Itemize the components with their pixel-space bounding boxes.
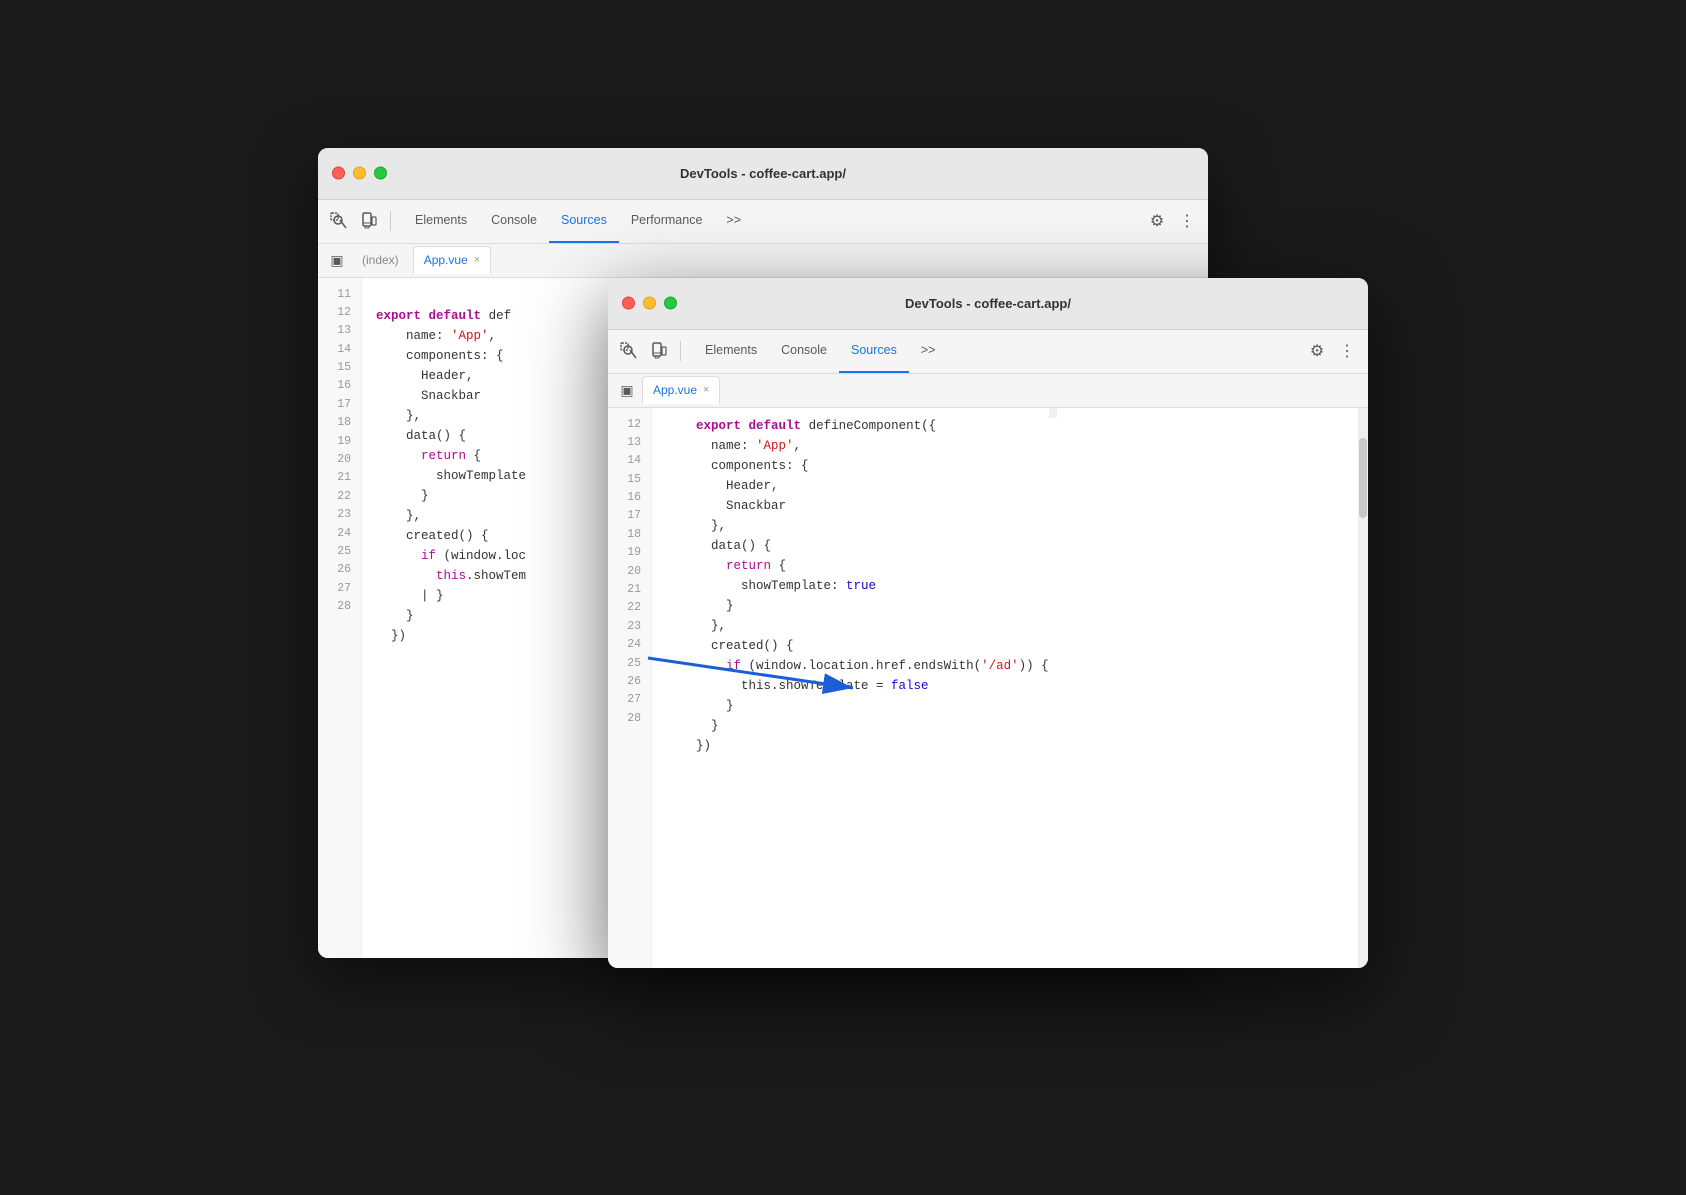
- back-device-icon[interactable]: [356, 208, 382, 234]
- back-tab-elements[interactable]: Elements: [403, 200, 479, 243]
- back-code-lines: export default def name: 'App', componen…: [362, 278, 526, 958]
- back-maximize-button[interactable]: [374, 167, 387, 180]
- back-tab-performance[interactable]: Performance: [619, 200, 715, 243]
- back-inspect-icon[interactable]: [326, 208, 352, 234]
- back-tab-console[interactable]: Console: [479, 200, 549, 243]
- code-line-28: }): [376, 626, 526, 646]
- back-traffic-lights: [332, 167, 387, 180]
- front-code-line-13: name: 'App',: [666, 436, 1049, 456]
- front-code-container: 12 13 14 15 16 17 18 19 20 21 22 23 24 2…: [608, 408, 1049, 968]
- code-line-21: }: [376, 486, 526, 506]
- front-code-line-21: }: [666, 596, 1049, 616]
- front-file-tab-app-close[interactable]: ×: [703, 385, 709, 396]
- back-toolbar: Elements Console Sources Performance >> …: [318, 200, 1208, 244]
- front-tab-sources[interactable]: Sources: [839, 330, 909, 373]
- front-traffic-lights: [622, 297, 677, 310]
- code-line-14: components: {: [376, 346, 526, 366]
- code-line-20: showTemplate: [376, 466, 526, 486]
- front-code-line-23: created() {: [666, 636, 1049, 656]
- front-code-line-27: }: [666, 716, 1049, 736]
- front-code-line-25: this.showTemplate = false: [666, 676, 1049, 696]
- front-content-area: 12 13 14 15 16 17 18 19 20 21 22 23 24 2…: [608, 408, 1368, 968]
- front-code-line-20: showTemplate: true: [666, 576, 1049, 596]
- front-tab-more[interactable]: >>: [909, 330, 948, 373]
- back-tabs: Elements Console Sources Performance >>: [403, 200, 1140, 243]
- front-title-bar: DevTools - coffee-cart.app/: [608, 278, 1368, 330]
- front-code-line-26: }: [666, 696, 1049, 716]
- back-tab-sources[interactable]: Sources: [549, 200, 619, 243]
- front-code-line-16: Snackbar: [666, 496, 1049, 516]
- front-code-line-12: export default defineComponent({: [666, 416, 1049, 436]
- back-line-numbers: 11 12 13 14 15 16 17 18 19 20 21 22 23 2…: [318, 278, 362, 958]
- back-file-tabs-bar: ▣ (index) App.vue ×: [318, 244, 1208, 278]
- back-window-title: DevTools - coffee-cart.app/: [680, 166, 846, 181]
- front-devtools-window: DevTools - coffee-cart.app/: [608, 278, 1368, 968]
- code-line-23: created() {: [376, 526, 526, 546]
- front-code-line-24: if (window.location.href.endsWith('/ad')…: [666, 656, 1049, 676]
- back-toolbar-divider: [390, 211, 391, 231]
- code-line-27: }: [376, 606, 526, 626]
- code-line-22: },: [376, 506, 526, 526]
- code-line-25: this.showTem: [376, 566, 526, 586]
- front-file-tab-app[interactable]: App.vue ×: [642, 376, 720, 404]
- back-menu-icon[interactable]: ⋮: [1174, 208, 1200, 234]
- back-gear-icon[interactable]: ⚙: [1144, 208, 1170, 234]
- front-code-line-18: data() {: [666, 536, 1049, 556]
- back-code-container: 11 12 13 14 15 16 17 18 19 20 21 22 23 2…: [318, 278, 526, 958]
- front-toolbar-right: ⚙ ⋮: [1304, 338, 1360, 364]
- back-file-tab-app-label: App.vue: [424, 253, 468, 267]
- back-minimize-button[interactable]: [353, 167, 366, 180]
- back-close-button[interactable]: [332, 167, 345, 180]
- back-tab-more[interactable]: >>: [714, 200, 753, 243]
- front-menu-icon[interactable]: ⋮: [1334, 338, 1360, 364]
- front-toolbar: Elements Console Sources >> ⚙ ⋮: [608, 330, 1368, 374]
- front-code-line-17: },: [666, 516, 1049, 536]
- back-file-tab-app-close[interactable]: ×: [474, 255, 480, 266]
- front-tab-elements[interactable]: Elements: [693, 330, 769, 373]
- code-line-24: if (window.loc: [376, 546, 526, 566]
- back-file-tab-index[interactable]: (index): [352, 246, 409, 274]
- code-line-13: name: 'App',: [376, 326, 526, 346]
- front-code-line-15: Header,: [666, 476, 1049, 496]
- front-minimize-button[interactable]: [643, 297, 656, 310]
- back-file-tab-index-label: (index): [362, 253, 399, 267]
- code-line-19: return {: [376, 446, 526, 466]
- front-code-line-14: components: {: [666, 456, 1049, 476]
- front-window-title: DevTools - coffee-cart.app/: [905, 296, 1071, 311]
- code-line-15: Header,: [376, 366, 526, 386]
- code-line-18: data() {: [376, 426, 526, 446]
- front-code-line-28: }): [666, 736, 1049, 756]
- back-title-bar: DevTools - coffee-cart.app/: [318, 148, 1208, 200]
- front-file-tabs-bar: ▣ App.vue ×: [608, 374, 1368, 408]
- front-code-lines: export default defineComponent({ name: '…: [652, 408, 1049, 968]
- front-device-icon[interactable]: [646, 338, 672, 364]
- code-line-17: },: [376, 406, 526, 426]
- code-line-11: [376, 286, 526, 306]
- front-code-line-19: return {: [666, 556, 1049, 576]
- code-line-12: export default def: [376, 306, 526, 326]
- front-sidebar-toggle[interactable]: ▣: [616, 379, 638, 401]
- front-code-line-22: },: [666, 616, 1049, 636]
- back-sidebar-toggle[interactable]: ▣: [326, 249, 348, 271]
- front-inspect-icon[interactable]: [616, 338, 642, 364]
- back-toolbar-right: ⚙ ⋮: [1144, 208, 1200, 234]
- front-line-numbers: 12 13 14 15 16 17 18 19 20 21 22 23 24 2…: [608, 408, 652, 968]
- code-line-16: Snackbar: [376, 386, 526, 406]
- front-horizontal-scrollbar-track[interactable]: [1049, 408, 1057, 418]
- front-tab-console[interactable]: Console: [769, 330, 839, 373]
- code-line-26: | }: [376, 586, 526, 606]
- front-file-tab-app-label: App.vue: [653, 383, 697, 397]
- back-file-tab-app[interactable]: App.vue ×: [413, 246, 491, 274]
- front-gear-icon[interactable]: ⚙: [1304, 338, 1330, 364]
- front-tabs: Elements Console Sources >>: [693, 330, 1300, 373]
- front-maximize-button[interactable]: [664, 297, 677, 310]
- front-toolbar-divider: [680, 341, 681, 361]
- front-close-button[interactable]: [622, 297, 635, 310]
